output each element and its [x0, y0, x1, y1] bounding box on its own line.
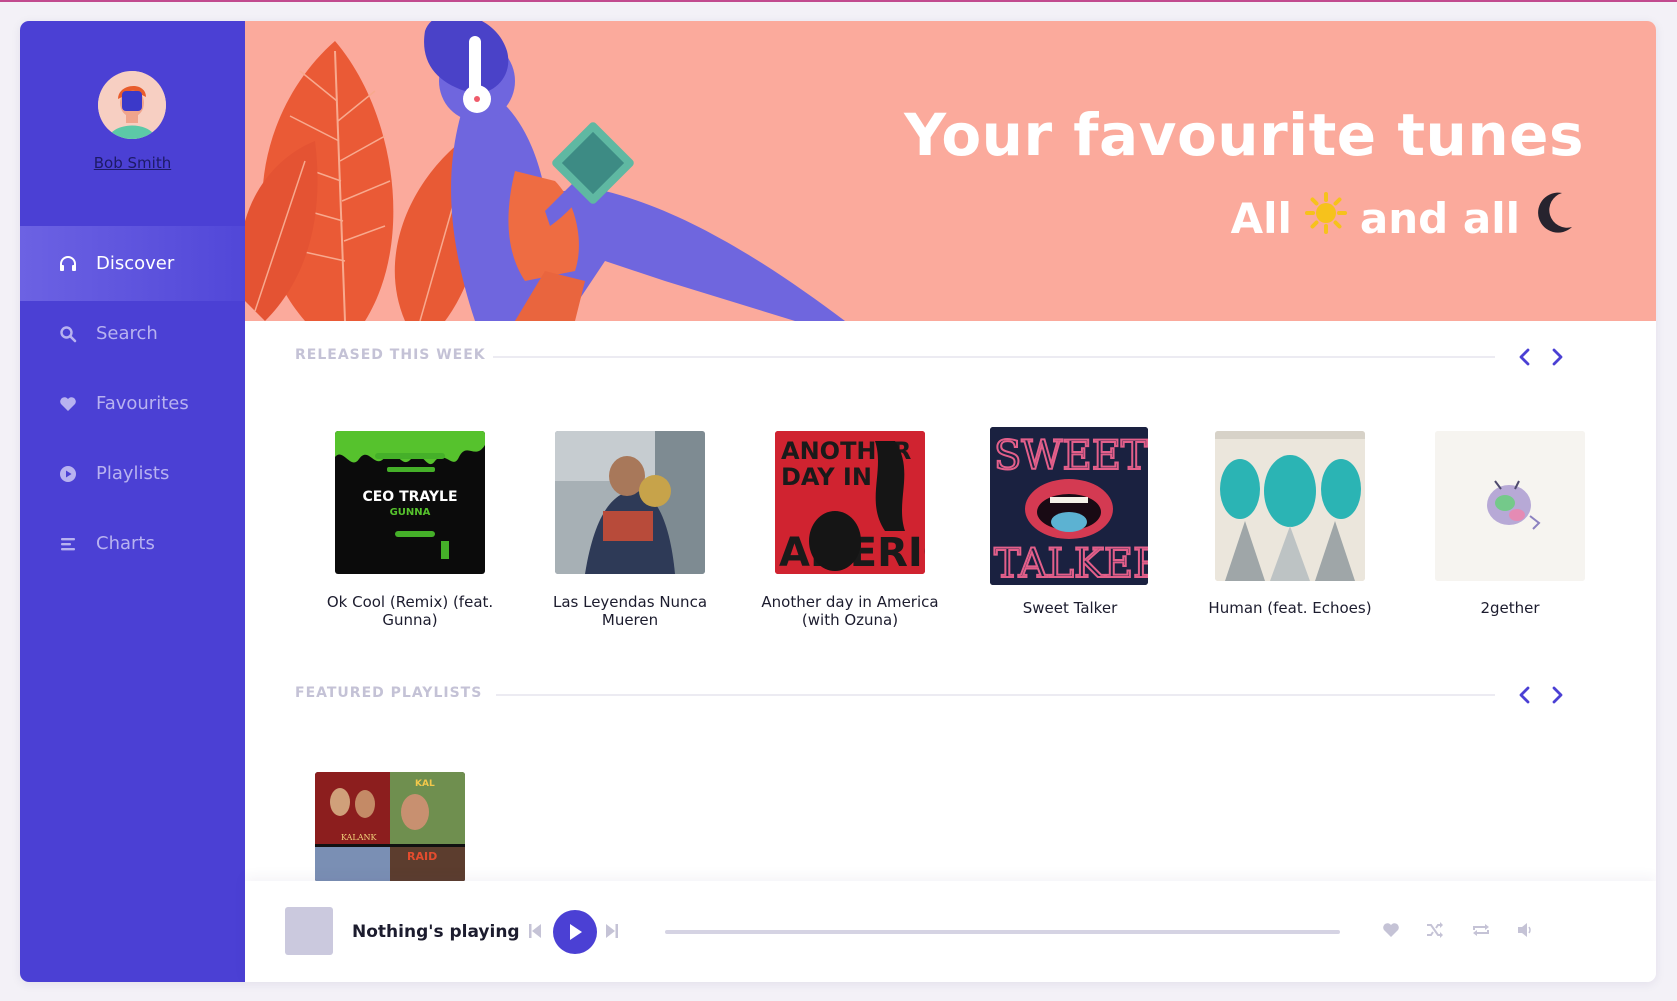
moon-icon	[1532, 189, 1576, 247]
chevron-left-icon	[1519, 686, 1530, 704]
play-button[interactable]	[553, 910, 597, 954]
bars-icon	[58, 534, 78, 554]
section-divider	[493, 356, 1495, 358]
featured-section-title: FEATURED PLAYLISTS	[295, 685, 483, 701]
album-title: Las Leyendas Nunca Mueren	[552, 593, 708, 629]
avatar-illustration	[98, 71, 166, 139]
album-cover: CEO TRAYLE GUNNA	[335, 431, 485, 574]
released-section-title: RELEASED THIS WEEK	[295, 347, 486, 363]
featured-section-header: FEATURED PLAYLISTS	[295, 683, 1605, 707]
previous-track-button[interactable]	[528, 922, 542, 944]
album-card[interactable]: ANOTHER DAY IN AMERICA Another day in Am…	[750, 431, 950, 629]
album-title: Ok Cool (Remix) (feat. Gunna)	[326, 593, 494, 629]
now-playing-text: Nothing's playing	[352, 922, 520, 942]
chevron-right-icon	[1552, 686, 1563, 704]
svg-text:RAID: RAID	[407, 850, 437, 863]
play-circle-icon	[58, 464, 78, 484]
nav-label-discover: Discover	[96, 253, 175, 274]
sidebar: Bob Smith Discover Search Favourites Pla…	[20, 21, 245, 982]
skip-forward-icon	[606, 924, 618, 938]
featured-prev-button[interactable]	[1513, 683, 1537, 707]
album-cover	[1215, 431, 1365, 581]
sun-icon	[1304, 191, 1348, 245]
speaker-icon	[1518, 923, 1531, 937]
album-cover: ANOTHER DAY IN AMERICA	[775, 431, 925, 574]
window-top-border	[0, 0, 1677, 2]
released-next-button[interactable]	[1545, 345, 1569, 369]
album-card[interactable]: 2gether	[1410, 431, 1610, 617]
playlist-cover[interactable]: KAL KALANK RAID	[315, 772, 465, 882]
nav-label-search: Search	[96, 323, 158, 344]
chevron-left-icon	[1519, 348, 1530, 366]
nav-item-search[interactable]: Search	[20, 296, 245, 371]
nav-label-playlists: Playlists	[96, 463, 170, 484]
search-icon	[58, 324, 78, 344]
album-cover	[1435, 431, 1585, 581]
svg-text:TALKER: TALKER	[994, 541, 1148, 585]
album-title: Another day in America (with Ozuna)	[761, 593, 939, 629]
released-prev-button[interactable]	[1513, 345, 1537, 369]
hero-illustration	[245, 21, 845, 321]
svg-text:GUNNA: GUNNA	[390, 507, 431, 518]
volume-button[interactable]	[1517, 921, 1533, 943]
repeat-button[interactable]	[1471, 921, 1491, 943]
album-cover: SWEET TALKER	[990, 427, 1148, 585]
skip-back-icon	[529, 924, 541, 938]
heart-icon	[58, 394, 78, 414]
featured-next-button[interactable]	[1545, 683, 1569, 707]
nav-item-discover[interactable]: Discover	[20, 226, 245, 301]
hero-title: Your favourite tunes	[904, 101, 1584, 169]
shuffle-icon	[1427, 922, 1443, 938]
svg-text:CEO TRAYLE: CEO TRAYLE	[362, 489, 457, 505]
chevron-right-icon	[1552, 348, 1563, 366]
nav-label-charts: Charts	[96, 533, 155, 554]
nav-item-favourites[interactable]: Favourites	[20, 366, 245, 441]
heart-icon	[1383, 923, 1399, 937]
svg-text:DAY IN: DAY IN	[781, 463, 872, 491]
hero-subtitle: All and all	[1231, 189, 1576, 247]
user-avatar[interactable]	[98, 71, 166, 139]
album-title: Human (feat. Echoes)	[1208, 599, 1372, 617]
svg-text:SWEET: SWEET	[994, 433, 1148, 479]
album-card[interactable]: SWEET TALKER Sweet Talker	[970, 427, 1170, 617]
album-card[interactable]: Las Leyendas Nunca Mueren	[530, 431, 730, 629]
svg-text:KALANK: KALANK	[341, 833, 378, 842]
album-card[interactable]: CEO TRAYLE GUNNA Ok Cool (Remix) (feat. …	[310, 431, 510, 629]
hero-subtitle-part2: and all	[1359, 193, 1520, 243]
section-divider	[496, 694, 1495, 696]
music-app: Bob Smith Discover Search Favourites Pla…	[20, 21, 1656, 982]
nav-item-playlists[interactable]: Playlists	[20, 436, 245, 511]
now-playing-artwork	[285, 907, 333, 955]
hero-banner: Your favourite tunes All and all	[245, 21, 1656, 321]
player-bar: Nothing's playing	[245, 881, 1656, 982]
shuffle-button[interactable]	[1426, 921, 1444, 943]
play-icon	[570, 924, 582, 940]
progress-bar[interactable]	[665, 930, 1340, 934]
nav-label-favourites: Favourites	[96, 393, 189, 414]
album-title: Sweet Talker	[1022, 599, 1118, 617]
album-cover	[555, 431, 705, 574]
released-section-header: RELEASED THIS WEEK	[295, 345, 1605, 369]
svg-text:KAL: KAL	[415, 779, 435, 789]
headphones-icon	[58, 254, 78, 274]
user-name-link[interactable]: Bob Smith	[20, 154, 245, 172]
album-card[interactable]: Human (feat. Echoes)	[1190, 431, 1390, 617]
like-button[interactable]	[1382, 921, 1400, 943]
repeat-icon	[1473, 924, 1489, 936]
nav-item-charts[interactable]: Charts	[20, 506, 245, 581]
hero-subtitle-part1: All	[1230, 193, 1292, 243]
next-track-button[interactable]	[605, 922, 619, 944]
album-title: 2gether	[1480, 599, 1540, 617]
